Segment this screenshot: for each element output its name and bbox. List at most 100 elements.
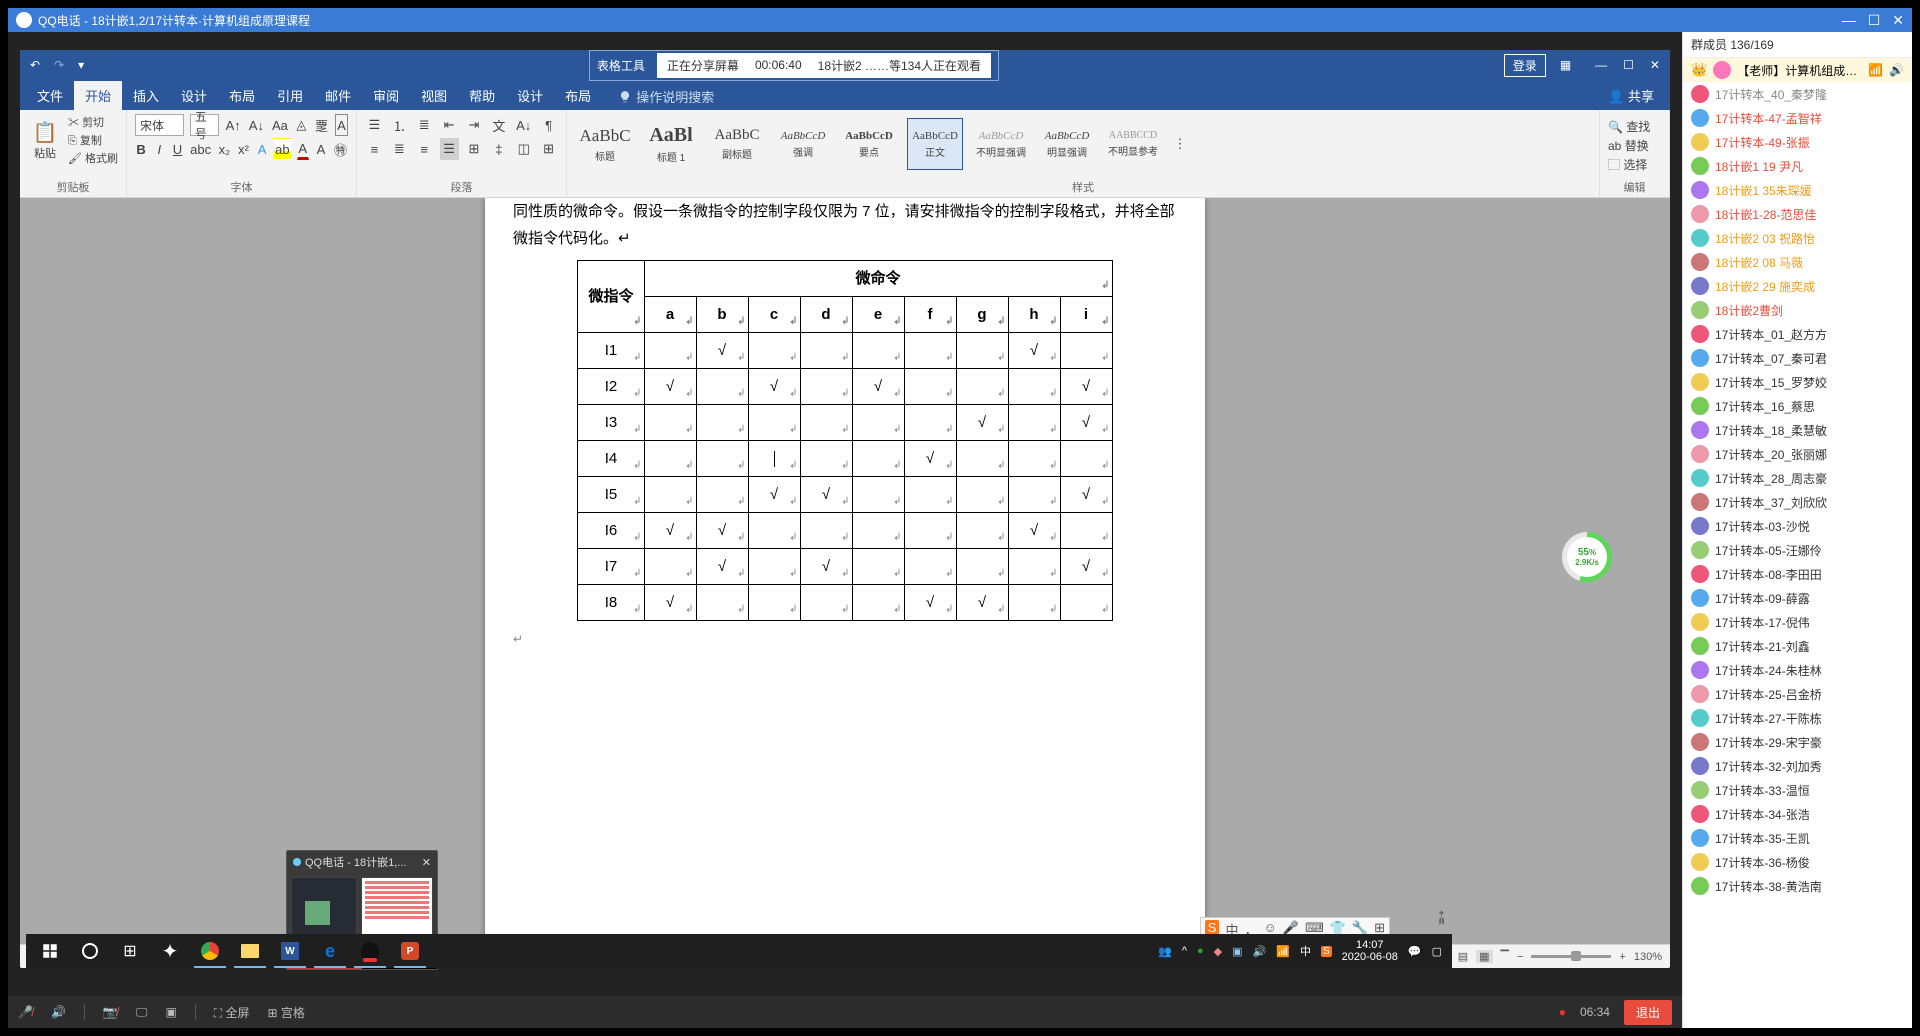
- document-area[interactable]: 同性质的微命令。假设一条微指令的控制字段仅限为 7 位，请安排微指令的控制字段格…: [20, 198, 1670, 944]
- phonetic[interactable]: 覂: [314, 114, 329, 136]
- member-item[interactable]: 17计转本-35-王凯: [1683, 826, 1912, 850]
- close-button[interactable]: ✕: [1892, 12, 1904, 29]
- member-item[interactable]: 17计转本-29-宋宇豪: [1683, 730, 1912, 754]
- copy-button[interactable]: ⎘ 复制: [68, 132, 118, 148]
- member-item[interactable]: 17计转本-38-黄浩南: [1683, 874, 1912, 898]
- taskview-button[interactable]: ⊞: [110, 934, 150, 968]
- asian-layout[interactable]: 文: [489, 114, 508, 136]
- tab-table-layout[interactable]: 布局: [554, 81, 602, 110]
- show-marks[interactable]: ¶: [539, 114, 558, 136]
- replace-button[interactable]: ab 替换: [1608, 137, 1661, 154]
- font-size-select[interactable]: 五号: [190, 114, 219, 136]
- find-button[interactable]: 🔍 查找: [1608, 118, 1661, 135]
- member-item[interactable]: 17计转本-49-张振: [1683, 130, 1912, 154]
- word-restore[interactable]: ☐: [1623, 58, 1634, 72]
- align-left[interactable]: ≡: [365, 138, 384, 160]
- tray-action-center-icon[interactable]: 💬: [1408, 945, 1422, 958]
- tray-ime-icon[interactable]: 中: [1300, 943, 1311, 959]
- superscript[interactable]: x²: [237, 138, 250, 160]
- tray-sogou-icon[interactable]: S: [1321, 946, 1332, 957]
- paste-button[interactable]: 📋 粘贴: [28, 117, 62, 163]
- member-item[interactable]: 17计转本-32-刘加秀: [1683, 754, 1912, 778]
- view-read[interactable]: ▤: [1458, 950, 1468, 963]
- style-明显强调[interactable]: AaBbCcD明显强调: [1039, 118, 1095, 170]
- member-item[interactable]: 17计转本_20_张丽娜: [1683, 442, 1912, 466]
- align-center[interactable]: ≣: [390, 138, 409, 160]
- member-item[interactable]: 18计嵌2 08 马薇: [1683, 250, 1912, 274]
- tray-app2-icon[interactable]: ▣: [1232, 945, 1242, 958]
- ribbon-options-icon[interactable]: ▦: [1560, 58, 1571, 72]
- maximize-button[interactable]: ☐: [1868, 12, 1881, 29]
- style-正文[interactable]: AaBbCcD正文: [907, 118, 963, 170]
- mic-mute-icon[interactable]: 🎤̸: [18, 1005, 33, 1019]
- minimize-button[interactable]: —: [1842, 12, 1856, 29]
- font-color[interactable]: A: [297, 138, 309, 160]
- char-border[interactable]: A: [335, 114, 348, 136]
- tray-notif-icon[interactable]: ▢: [1432, 945, 1442, 958]
- redo-button[interactable]: ↷: [54, 58, 64, 72]
- login-button[interactable]: 登录: [1504, 54, 1546, 77]
- tray-vol-icon[interactable]: 🔊: [1253, 945, 1267, 958]
- share-button[interactable]: 👤 共享: [1598, 81, 1664, 110]
- clear-format[interactable]: ◬: [295, 114, 308, 136]
- cut-button[interactable]: ✂ 剪切: [68, 114, 118, 130]
- member-item[interactable]: 17计转本-09-薛露: [1683, 586, 1912, 610]
- app-edge[interactable]: e: [310, 934, 350, 968]
- grow-font[interactable]: A↑: [225, 114, 242, 136]
- view-print[interactable]: ▦: [1476, 950, 1492, 963]
- member-item[interactable]: 17计转本-17-倪伟: [1683, 610, 1912, 634]
- camera-off-icon[interactable]: 📷̸: [103, 1005, 118, 1019]
- member-item[interactable]: 18计嵌1 19 尹凡: [1683, 154, 1912, 178]
- zoom-in[interactable]: +: [1619, 951, 1625, 963]
- highlight[interactable]: ab: [274, 138, 290, 160]
- member-item[interactable]: 17计转本-33-温恒: [1683, 778, 1912, 802]
- app-chrome[interactable]: [190, 934, 230, 968]
- app-word[interactable]: W: [270, 934, 310, 968]
- member-item[interactable]: 17计转本_01_赵方方: [1683, 322, 1912, 346]
- subscript[interactable]: x₂: [218, 138, 232, 160]
- sort[interactable]: A↓: [514, 114, 533, 136]
- start-button[interactable]: [30, 934, 70, 968]
- member-item[interactable]: 17计转本_16_蔡思: [1683, 394, 1912, 418]
- tab-design[interactable]: 设计: [170, 81, 218, 110]
- tray-net-icon[interactable]: 📶: [1276, 945, 1290, 958]
- fullscreen-button[interactable]: ⛶ 全屏: [214, 1004, 250, 1021]
- screen-icon[interactable]: 🖵: [136, 1005, 148, 1020]
- grid-button[interactable]: ⊞ 宫格: [268, 1004, 305, 1021]
- tab-ref[interactable]: 引用: [266, 81, 314, 110]
- member-item[interactable]: 17计转本_07_秦可君: [1683, 346, 1912, 370]
- style-不明显强调[interactable]: AaBbCcD不明显强调: [973, 118, 1029, 170]
- tab-home[interactable]: 开始: [74, 81, 122, 110]
- styles-more[interactable]: ⋮: [1169, 118, 1191, 170]
- word-minimize[interactable]: —: [1595, 58, 1607, 72]
- zoom-value[interactable]: 130%: [1634, 951, 1662, 963]
- member-item[interactable]: 17计转本-21-刘鑫: [1683, 634, 1912, 658]
- line-spacing[interactable]: ‡: [489, 138, 508, 160]
- member-item[interactable]: 17计转本-25-吕金桥: [1683, 682, 1912, 706]
- change-case[interactable]: Aa: [271, 114, 289, 136]
- member-item[interactable]: 17计转本_18_柔慧敏: [1683, 418, 1912, 442]
- dec-indent[interactable]: ⇤: [440, 114, 459, 136]
- tab-insert[interactable]: 插入: [122, 81, 170, 110]
- member-item[interactable]: 17计转本-34-张浩: [1683, 802, 1912, 826]
- style-副标题[interactable]: AaBbC副标题: [709, 118, 765, 170]
- member-item[interactable]: 17计转本-05-汪娜伶: [1683, 538, 1912, 562]
- app-qq[interactable]: [350, 934, 390, 968]
- member-item[interactable]: 17计转本_15_罗梦姣: [1683, 370, 1912, 394]
- shrink-font[interactable]: A↓: [248, 114, 265, 136]
- preview-close[interactable]: ✕: [422, 856, 431, 869]
- char-shading[interactable]: A: [315, 138, 327, 160]
- numbering[interactable]: ⒈: [390, 114, 409, 136]
- multilevel[interactable]: ≣: [415, 114, 434, 136]
- tell-me-search[interactable]: 操作说明搜索: [612, 83, 720, 110]
- word-close[interactable]: ✕: [1650, 58, 1660, 72]
- member-teacher[interactable]: 👑【老师】计算机组成原理...📶🔊: [1683, 58, 1912, 82]
- tray-wechat-icon[interactable]: ●: [1197, 945, 1204, 957]
- style-要点[interactable]: AaBbCcD要点: [841, 118, 897, 170]
- style-不明显参考[interactable]: AABBCCD不明显参考: [1105, 118, 1161, 170]
- brush-button[interactable]: 🖌 格式刷: [68, 150, 118, 166]
- zoom-slider[interactable]: [1531, 955, 1611, 958]
- style-标题 1[interactable]: AaBl标题 1: [643, 118, 699, 170]
- member-item[interactable]: 17计转本-47-孟智祥: [1683, 106, 1912, 130]
- member-item[interactable]: 18计嵌2曹剑: [1683, 298, 1912, 322]
